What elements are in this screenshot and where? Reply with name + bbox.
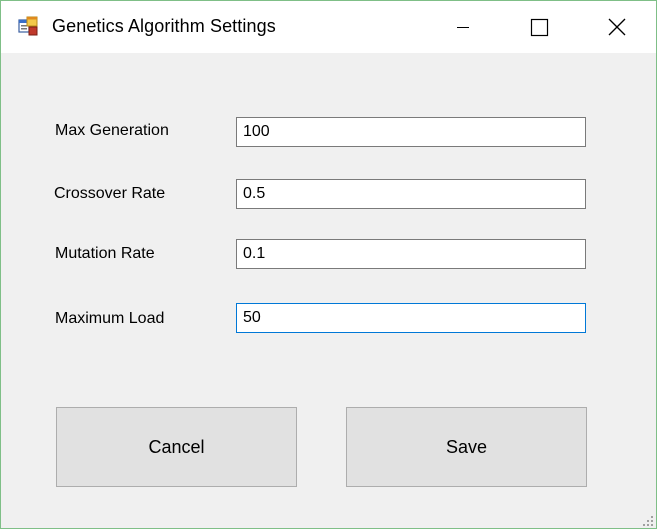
crossover-rate-label: Crossover Rate: [54, 185, 166, 202]
close-icon: [608, 18, 626, 36]
maximum-load-input[interactable]: [236, 303, 586, 333]
save-button[interactable]: Save: [346, 407, 587, 487]
cancel-button[interactable]: Cancel: [56, 407, 297, 487]
crossover-rate-input[interactable]: [236, 179, 586, 209]
mutation-rate-label: Mutation Rate: [55, 245, 155, 262]
app-form-icon: [18, 16, 38, 36]
max-generation-input[interactable]: [236, 117, 586, 147]
window-title: Genetics Algorithm Settings: [52, 16, 276, 36]
close-button[interactable]: [579, 1, 655, 53]
maximum-load-label: Maximum Load: [55, 310, 165, 327]
maximize-button[interactable]: [501, 1, 577, 53]
minimize-button[interactable]: [425, 1, 501, 53]
resize-grip-icon[interactable]: [642, 514, 654, 526]
max-generation-label: Max Generation: [55, 122, 169, 139]
mutation-rate-input[interactable]: [236, 239, 586, 269]
settings-window: Genetics Algorithm Settings Max Generati…: [0, 0, 657, 529]
maximize-icon: [530, 18, 549, 37]
minimize-icon: [457, 27, 469, 28]
title-bar[interactable]: Genetics Algorithm Settings: [1, 1, 656, 53]
